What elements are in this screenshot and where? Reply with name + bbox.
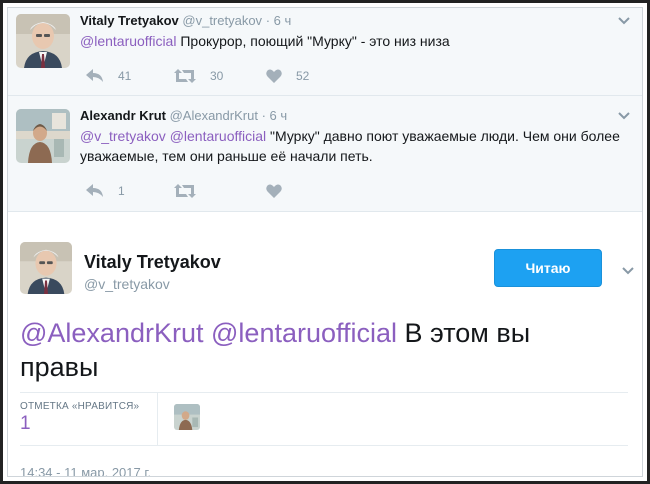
window-frame: Vitaly Tretyakov @v_tretyakov · 6 ч @len… (0, 0, 650, 484)
tweet-text: @AlexandrKrut @lentaruofficial В этом вы… (20, 316, 602, 384)
retweet-count: 30 (210, 69, 224, 83)
tweet-text: @lentaruofficial Прокурор, поющий "Мурку… (80, 31, 622, 51)
mention-link[interactable]: @lentaruofficial (211, 318, 397, 348)
tweet-header: Alexandr Krut @AlexandrKrut · 6 ч (80, 108, 612, 123)
likes-count[interactable]: 1 (20, 413, 31, 435)
reply-count: 1 (118, 184, 125, 198)
tweet-header: Vitaly Tretyakov @v_tretyakov · 6 ч (80, 13, 612, 28)
heart-icon (266, 69, 282, 83)
retweet-button[interactable]: 30 (174, 66, 223, 86)
likes-label: ОТМЕТКА «НРАВИТСЯ» (20, 401, 140, 412)
chevron-down-icon[interactable] (616, 13, 632, 29)
separator-dot: · (265, 13, 271, 28)
like-button[interactable]: 52 (266, 66, 309, 86)
stats-divider (157, 393, 158, 445)
retweet-button[interactable] (174, 181, 196, 201)
chevron-down-icon[interactable] (620, 263, 636, 279)
tweet-vitaly-1[interactable]: Vitaly Tretyakov @v_tretyakov · 6 ч @len… (8, 8, 642, 96)
retweet-icon (174, 184, 196, 198)
tweet-time[interactable]: 6 ч (270, 108, 288, 123)
reply-icon (86, 184, 103, 197)
avatar[interactable] (16, 14, 70, 68)
tweet-timestamp[interactable]: 14:34 - 11 мар. 2017 г. (20, 465, 151, 476)
author-name[interactable]: Alexandr Krut (80, 108, 166, 123)
reply-button[interactable]: 1 (86, 181, 125, 201)
reply-icon (86, 69, 103, 82)
reply-count: 41 (118, 69, 132, 83)
follow-button[interactable]: Читаю (494, 249, 602, 287)
tweet-text: @v_tretyakov @lentaruofficial "Мурку" да… (80, 126, 622, 166)
tweet-main-permalink: Vitaly Tretyakov @v_tretyakov Читаю @Ale… (8, 212, 642, 476)
tweet-body: Прокурор, поющий "Мурку" - это низ низа (176, 33, 450, 49)
liker-avatar[interactable] (174, 404, 200, 430)
author-handle[interactable]: @v_tretyakov (182, 13, 262, 28)
author-handle[interactable]: @AlexandrKrut (170, 108, 258, 123)
avatar[interactable] (20, 242, 72, 294)
mention-link[interactable]: @lentaruofficial (170, 128, 266, 144)
avatar[interactable] (16, 109, 70, 163)
heart-icon (266, 184, 282, 198)
mention-link[interactable]: @lentaruofficial (80, 33, 176, 49)
mention-link[interactable]: @v_tretyakov (80, 128, 166, 144)
separator-dot: · (261, 108, 266, 123)
tweet-stats: ОТМЕТКА «НРАВИТСЯ» 1 (20, 392, 628, 446)
tweet-time[interactable]: 6 ч (274, 13, 292, 28)
tweet-alexandr[interactable]: Alexandr Krut @AlexandrKrut · 6 ч @v_tre… (8, 96, 642, 212)
mention-link[interactable]: @AlexandrKrut (20, 318, 204, 348)
retweet-icon (174, 69, 196, 83)
like-count: 52 (296, 69, 310, 83)
chevron-down-icon[interactable] (616, 108, 632, 124)
author-name[interactable]: Vitaly Tretyakov (84, 252, 221, 273)
like-button[interactable] (266, 181, 282, 201)
reply-button[interactable]: 41 (86, 66, 131, 86)
author-name[interactable]: Vitaly Tretyakov (80, 13, 179, 28)
author-handle[interactable]: @v_tretyakov (84, 276, 170, 292)
conversation-container: Vitaly Tretyakov @v_tretyakov · 6 ч @len… (7, 7, 643, 477)
